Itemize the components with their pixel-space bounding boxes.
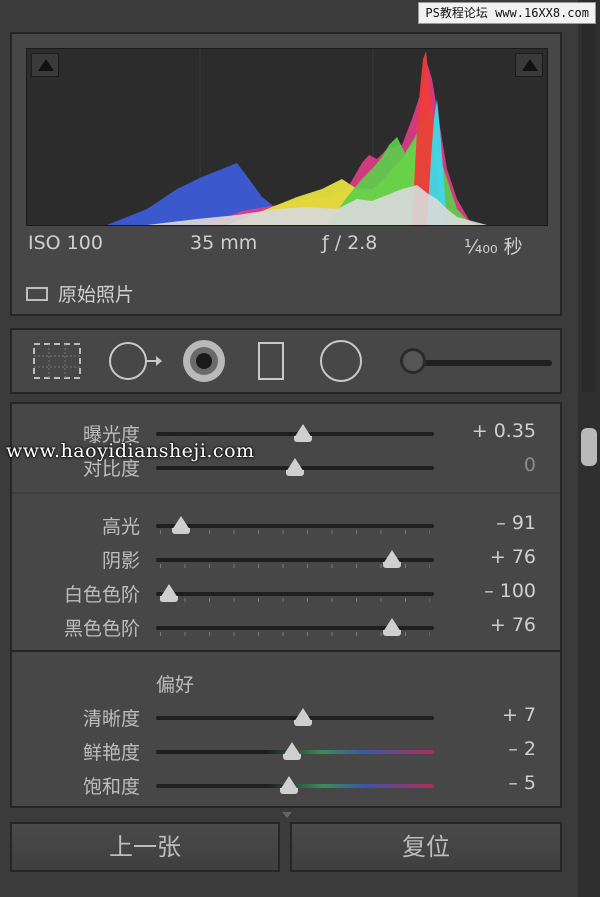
slider-row-vibrance: 鲜艳度 – 2: [12, 734, 560, 768]
exposure-slider-knob-base[interactable]: [294, 436, 312, 442]
highlights-value[interactable]: – 91: [496, 512, 536, 534]
contrast-slider-knob-base[interactable]: [286, 470, 304, 476]
blacks-value[interactable]: + 76: [490, 614, 536, 636]
crop-overlay-icon[interactable]: [32, 342, 82, 380]
vibrance-label: 鲜艳度: [82, 742, 140, 764]
scrollbar-top-region: [582, 0, 596, 392]
original-photo-toggle[interactable]: 原始照片: [26, 280, 134, 307]
histogram-graph: [26, 48, 548, 226]
blacks-slider-knob-base[interactable]: [383, 630, 401, 636]
tool-strip: [10, 328, 562, 394]
saturation-slider-knob-base[interactable]: [280, 788, 298, 794]
section-divider: [12, 492, 560, 494]
basic-adjustments-panel: 曝光度 + 0.35 对比度 0 高光 – 91 阴影 + 76 白色色阶 – …: [10, 402, 562, 808]
histogram-panel: ISO 100 35 mm ƒ / 2.8 ¹⁄₄₀₀ 秒 原始照片: [10, 32, 562, 316]
contrast-value[interactable]: 0: [524, 454, 536, 476]
highlights-slider-knob-base[interactable]: [172, 528, 190, 534]
highlights-ticks: [160, 530, 430, 534]
exif-focal-length: 35 mm: [190, 232, 258, 254]
red-eye-icon[interactable]: [180, 338, 228, 384]
histogram-svg: [107, 49, 487, 225]
panel-collapse-arrow-icon[interactable]: [282, 812, 292, 818]
shadows-slider-knob-base[interactable]: [383, 562, 401, 568]
whites-label: 白色色阶: [63, 584, 140, 606]
shadow-clipping-triangle-icon: [38, 59, 54, 71]
slider-row-shadows: 阴影 + 76: [12, 542, 560, 576]
presence-divider: [12, 650, 560, 652]
whites-value[interactable]: – 100: [484, 580, 536, 602]
highlights-track[interactable]: [156, 524, 434, 528]
slider-row-whites: 白色色阶 – 100: [12, 576, 560, 610]
exif-aperture: ƒ / 2.8: [322, 232, 378, 254]
exif-iso: ISO 100: [28, 232, 103, 254]
clarity-slider-knob-base[interactable]: [294, 720, 312, 726]
slider-row-clarity: 清晰度 + 7: [12, 700, 560, 734]
saturation-label: 饱和度: [82, 776, 140, 798]
vibrance-slider-knob-base[interactable]: [283, 754, 301, 760]
whites-track[interactable]: [156, 592, 434, 596]
brush-size-track[interactable]: [422, 360, 552, 366]
adjustment-brush-icon[interactable]: [400, 348, 426, 374]
saturation-value[interactable]: – 5: [508, 772, 536, 794]
vibrance-value[interactable]: – 2: [508, 738, 536, 760]
whites-ticks: [160, 598, 430, 602]
watermark-middle: www.haoyidiansheji.com: [6, 440, 255, 462]
original-photo-label: 原始照片: [58, 284, 135, 306]
previous-button[interactable]: 上一张: [10, 822, 280, 872]
highlights-label: 高光: [101, 516, 140, 538]
develop-panel: ISO 100 35 mm ƒ / 2.8 ¹⁄₄₀₀ 秒 原始照片 曝光度 +…: [0, 0, 600, 897]
reset-button[interactable]: 复位: [290, 822, 562, 872]
watermark-top: PS教程论坛 www.16XX8.com: [418, 2, 596, 24]
clarity-label: 清晰度: [82, 708, 140, 730]
shadows-value[interactable]: + 76: [490, 546, 536, 568]
preference-section-title: 偏好: [156, 674, 195, 696]
clarity-value[interactable]: + 7: [502, 704, 536, 726]
exif-shutter: ¹⁄₄₀₀ 秒: [464, 236, 523, 258]
slider-row-blacks: 黑色色阶 + 76: [12, 610, 560, 644]
scrollbar-thumb[interactable]: [581, 428, 597, 466]
slider-row-saturation: 饱和度 – 5: [12, 768, 560, 802]
whites-slider-knob-base[interactable]: [160, 596, 178, 602]
graduated-filter-icon[interactable]: [256, 340, 286, 382]
shadow-clipping-button[interactable]: [31, 53, 59, 77]
slider-row-highlights: 高光 – 91: [12, 508, 560, 542]
exposure-value[interactable]: + 0.35: [472, 420, 536, 442]
radial-filter-icon[interactable]: [318, 338, 364, 384]
blacks-label: 黑色色阶: [63, 618, 140, 640]
spot-removal-icon[interactable]: [106, 340, 164, 382]
shadows-label: 阴影: [101, 550, 140, 572]
original-photo-checkbox[interactable]: [26, 286, 48, 301]
highlight-clipping-button[interactable]: [515, 53, 543, 77]
highlight-clipping-triangle-icon: [522, 59, 538, 71]
